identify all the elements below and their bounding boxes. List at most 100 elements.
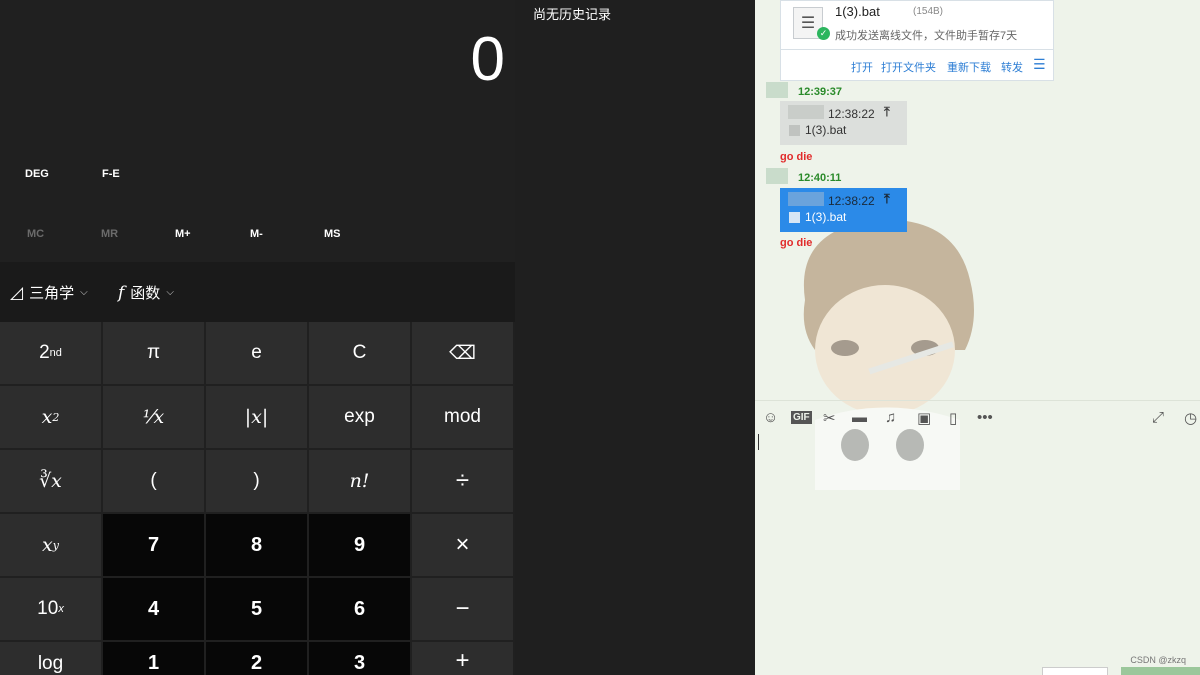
key-label: x (42, 534, 53, 556)
digit-6-key[interactable]: 6 (309, 578, 410, 640)
memory-store-button[interactable]: MS (324, 228, 341, 240)
file-transfer-card[interactable]: ☰ 1(3).bat (154B) ✓ 成功发送离线文件，文件助手暂存7天 (780, 0, 1054, 50)
reply-text: go die (780, 151, 813, 163)
expand-icon[interactable]: ⤢ (1152, 409, 1164, 426)
chevron-down-icon: ⌵ (80, 287, 88, 298)
more-icon[interactable]: ••• (977, 409, 993, 426)
reciprocal-key[interactable]: ⅟x (103, 386, 204, 448)
backspace-key[interactable]: ⌫ (412, 322, 513, 384)
log-key[interactable]: log (0, 642, 101, 675)
memory-row: MC MR M+ M- MS (0, 228, 515, 244)
key-label: 10 (37, 598, 59, 619)
key-sup: y (52, 538, 59, 552)
absolute-key[interactable]: |x| (206, 386, 307, 448)
digit-7-key[interactable]: 7 (103, 514, 204, 576)
background-cartoon-image (803, 219, 974, 490)
send-button[interactable] (1121, 667, 1200, 675)
reply-text: go die (780, 237, 813, 249)
left-paren-key[interactable]: ( (103, 450, 204, 512)
calculator-window: 0 DEG F-E MC MR M+ M- MS ◿ 三角学 ⌵ f 函数 ⌵ … (0, 0, 515, 675)
fe-button[interactable]: F-E (102, 168, 120, 180)
exp-key[interactable]: exp (309, 386, 410, 448)
digit-3-key[interactable]: 3 (309, 642, 410, 675)
file-sent-time: 12:38:22 (828, 107, 875, 121)
close-button[interactable] (1042, 667, 1108, 675)
function-f-icon: f (118, 282, 125, 303)
digit-1-key[interactable]: 1 (103, 642, 204, 675)
input-toolbar: ☺ GIF ✂ ▬ ♫ ▣ ▯ ••• ⤢ ◷ (755, 400, 1200, 435)
digit-8-key[interactable]: 8 (206, 514, 307, 576)
triangle-ruler-icon: ◿ (10, 282, 24, 302)
message-timestamp: 12:40:11 (798, 172, 842, 184)
power-key[interactable]: xy (0, 514, 101, 576)
open-folder-link[interactable]: 打开文件夹 (881, 59, 936, 75)
key-label: 2 (39, 342, 50, 363)
key-sup: x (58, 603, 64, 615)
pi-key[interactable]: π (103, 322, 204, 384)
memory-clear-button[interactable]: MC (27, 228, 44, 240)
clear-key[interactable]: C (309, 322, 410, 384)
folder-icon[interactable]: ▬ (852, 409, 867, 426)
file-actions-bar: 打开 打开文件夹 重新下载 转发 ☰ (780, 50, 1054, 81)
file-message-bubble[interactable]: 12:38:22 ⤒ 1(3).bat (780, 101, 907, 145)
digit-2-key[interactable]: 2 (206, 642, 307, 675)
key-sup: 2 (52, 410, 60, 424)
file-name: 1(3).bat (835, 4, 880, 19)
minus-key[interactable]: − (412, 578, 513, 640)
music-icon[interactable]: ♫ (885, 409, 896, 426)
square-key[interactable]: x2 (0, 386, 101, 448)
second-function-key[interactable]: 2nd (0, 322, 101, 384)
avatar[interactable] (766, 82, 788, 98)
function-dropdown[interactable]: f 函数 ⌵ (118, 282, 174, 303)
plus-key[interactable]: + (412, 642, 513, 675)
chevron-down-icon: ⌵ (166, 287, 174, 298)
avatar[interactable] (766, 168, 788, 184)
menu-icon[interactable]: ☰ (1033, 56, 1046, 73)
memory-subtract-button[interactable]: M- (250, 228, 263, 240)
memory-recall-button[interactable]: MR (101, 228, 118, 240)
gif-icon[interactable]: GIF (791, 411, 812, 424)
ten-power-key[interactable]: 10 x (0, 578, 101, 640)
digit-4-key[interactable]: 4 (103, 578, 204, 640)
mod-key[interactable]: mod (412, 386, 513, 448)
file-sent-time: 12:38:22 (828, 194, 875, 208)
memory-add-button[interactable]: M+ (175, 228, 191, 240)
file-message-bubble-selected[interactable]: 12:38:22 ⤒ 1(3).bat (780, 188, 907, 232)
file-name: 1(3).bat (805, 210, 847, 224)
redownload-link[interactable]: 重新下载 (947, 59, 991, 75)
forward-link[interactable]: 转发 (1001, 59, 1023, 75)
trigonometry-dropdown[interactable]: ◿ 三角学 ⌵ (10, 282, 88, 303)
mode-row: DEG F-E (0, 168, 515, 184)
message-timestamp: 12:39:37 (798, 86, 843, 98)
text-input-caret[interactable] (758, 434, 759, 450)
shake-icon[interactable]: ▯ (949, 409, 957, 427)
euler-key[interactable]: e (206, 322, 307, 384)
upload-icon: ⤒ (884, 104, 890, 119)
digit-9-key[interactable]: 9 (309, 514, 410, 576)
chat-window: ☰ 1(3).bat (154B) ✓ 成功发送离线文件，文件助手暂存7天 打开… (755, 0, 1200, 675)
backspace-icon: ⌫ (449, 342, 476, 364)
key-label: x (41, 406, 53, 428)
file-icon (789, 212, 800, 223)
upload-icon: ⤒ (884, 191, 890, 206)
blurred-sender (788, 192, 824, 206)
file-size: (154B) (913, 6, 944, 17)
file-name: 1(3).bat (805, 123, 847, 137)
root-key[interactable]: ∛x (0, 450, 101, 512)
watermark-text: CSDN @zkzq (1130, 655, 1186, 665)
multiply-key[interactable]: × (412, 514, 513, 576)
clock-icon[interactable]: ◷ (1184, 409, 1197, 427)
open-file-link[interactable]: 打开 (851, 59, 873, 75)
factorial-key[interactable]: n! (309, 450, 410, 512)
emoji-icon[interactable]: ☺ (763, 409, 778, 426)
image-icon[interactable]: ▣ (917, 409, 931, 427)
calculator-display: 0 (470, 25, 505, 94)
right-paren-key[interactable]: ) (206, 450, 307, 512)
history-panel: 尚无历史记录 (515, 0, 755, 675)
deg-button[interactable]: DEG (25, 168, 49, 180)
function-bar: ◿ 三角学 ⌵ f 函数 ⌵ (0, 262, 515, 322)
digit-5-key[interactable]: 5 (206, 578, 307, 640)
blurred-sender (788, 105, 824, 119)
scissors-icon[interactable]: ✂ (823, 409, 836, 427)
divide-key[interactable]: ÷ (412, 450, 513, 512)
